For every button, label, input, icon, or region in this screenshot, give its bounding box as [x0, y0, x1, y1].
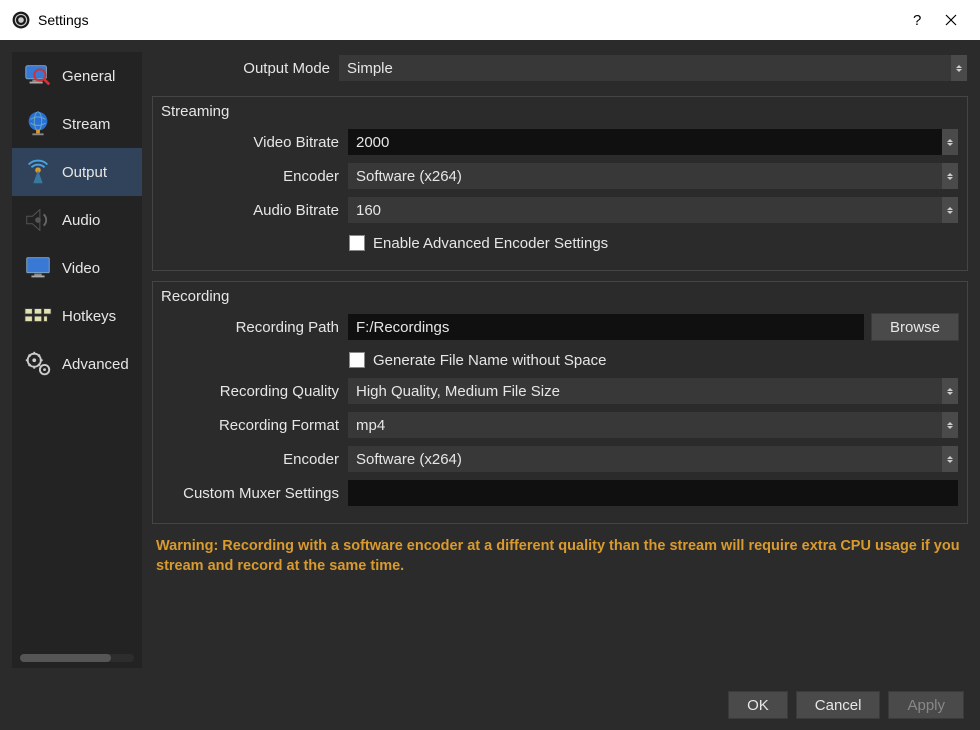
sidebar-item-hotkeys[interactable]: Hotkeys	[12, 292, 142, 340]
video-bitrate-label: Video Bitrate	[161, 134, 341, 151]
speaker-icon	[22, 204, 54, 236]
streaming-encoder-value: Software (x264)	[356, 168, 462, 185]
app-logo-icon	[12, 11, 30, 29]
output-mode-select[interactable]: Simple	[338, 54, 968, 82]
recording-format-label: Recording Format	[161, 417, 341, 434]
recording-quality-label: Recording Quality	[161, 383, 341, 400]
sidebar-item-audio[interactable]: Audio	[12, 196, 142, 244]
streaming-encoder-select[interactable]: Software (x264)	[347, 162, 959, 190]
recording-quality-select[interactable]: High Quality, Medium File Size	[347, 377, 959, 405]
scrollbar-thumb[interactable]	[20, 654, 111, 662]
sidebar-item-label: Output	[62, 164, 107, 181]
cancel-button[interactable]: Cancel	[796, 691, 881, 719]
sidebar-item-label: General	[62, 68, 115, 85]
gears-icon	[22, 348, 54, 380]
settings-window: Settings ? General	[0, 0, 980, 730]
keyboard-icon	[22, 300, 54, 332]
filename-no-space-checkbox[interactable]	[349, 352, 365, 368]
streaming-group: Streaming Video Bitrate 2000 Encoder	[152, 96, 968, 271]
audio-bitrate-select[interactable]: 160	[347, 196, 959, 224]
dropdown-handle-icon	[942, 163, 958, 189]
svg-text:?: ?	[913, 12, 921, 28]
globe-icon	[22, 108, 54, 140]
dropdown-handle-icon	[942, 412, 958, 438]
apply-button[interactable]: Apply	[888, 691, 964, 719]
sidebar-scrollbar[interactable]	[20, 654, 134, 662]
window-title: Settings	[38, 12, 89, 28]
recording-format-select[interactable]: mp4	[347, 411, 959, 439]
monitor-magnify-icon	[22, 60, 54, 92]
sidebar-item-label: Hotkeys	[62, 308, 116, 325]
recording-group: Recording Recording Path F:/Recordings B…	[152, 281, 968, 524]
sidebar-item-advanced[interactable]: Advanced	[12, 340, 142, 388]
dialog-footer: OK Cancel Apply	[0, 680, 980, 730]
filename-no-space-label: Generate File Name without Space	[373, 352, 606, 369]
recording-encoder-value: Software (x264)	[356, 451, 462, 468]
recording-encoder-select[interactable]: Software (x264)	[347, 445, 959, 473]
browse-button[interactable]: Browse	[871, 313, 959, 341]
sidebar-item-label: Advanced	[62, 356, 129, 373]
recording-path-label: Recording Path	[161, 319, 341, 336]
close-button[interactable]	[934, 5, 968, 35]
recording-format-value: mp4	[356, 417, 385, 434]
streaming-group-title: Streaming	[161, 103, 959, 120]
output-mode-value: Simple	[347, 60, 393, 77]
sidebar-item-output[interactable]: Output	[12, 148, 142, 196]
content-pane: Output Mode Simple Streaming Video Bitra…	[152, 52, 968, 668]
dropdown-handle-icon	[942, 378, 958, 404]
help-button[interactable]: ?	[900, 5, 934, 35]
custom-muxer-label: Custom Muxer Settings	[161, 485, 341, 502]
sidebar-item-label: Video	[62, 260, 100, 277]
video-bitrate-value: 2000	[356, 134, 389, 151]
antenna-icon	[22, 156, 54, 188]
sidebar-item-label: Audio	[62, 212, 100, 229]
recording-group-title: Recording	[161, 288, 959, 305]
audio-bitrate-label: Audio Bitrate	[161, 202, 341, 219]
monitor-icon	[22, 252, 54, 284]
output-mode-label: Output Mode	[152, 60, 332, 77]
sidebar-item-label: Stream	[62, 116, 110, 133]
titlebar: Settings ?	[0, 0, 980, 40]
ok-button[interactable]: OK	[728, 691, 788, 719]
sidebar: General Stream	[12, 52, 142, 668]
dropdown-handle-icon	[942, 197, 958, 223]
dropdown-handle-icon	[951, 55, 967, 81]
custom-muxer-input[interactable]	[347, 479, 959, 507]
dropdown-handle-icon	[942, 446, 958, 472]
recording-path-value: F:/Recordings	[356, 319, 449, 336]
audio-bitrate-value: 160	[356, 202, 381, 219]
warning-text: Warning: Recording with a software encod…	[152, 536, 968, 577]
sidebar-item-general[interactable]: General	[12, 52, 142, 100]
recording-path-input[interactable]: F:/Recordings	[347, 313, 865, 341]
spinner-handle-icon	[942, 129, 958, 155]
streaming-encoder-label: Encoder	[161, 168, 341, 185]
recording-encoder-label: Encoder	[161, 451, 341, 468]
sidebar-item-stream[interactable]: Stream	[12, 100, 142, 148]
video-bitrate-spinner[interactable]: 2000	[347, 128, 959, 156]
recording-quality-value: High Quality, Medium File Size	[356, 383, 560, 400]
sidebar-item-video[interactable]: Video	[12, 244, 142, 292]
enable-advanced-encoder-checkbox[interactable]	[349, 235, 365, 251]
enable-advanced-encoder-label: Enable Advanced Encoder Settings	[373, 235, 608, 252]
